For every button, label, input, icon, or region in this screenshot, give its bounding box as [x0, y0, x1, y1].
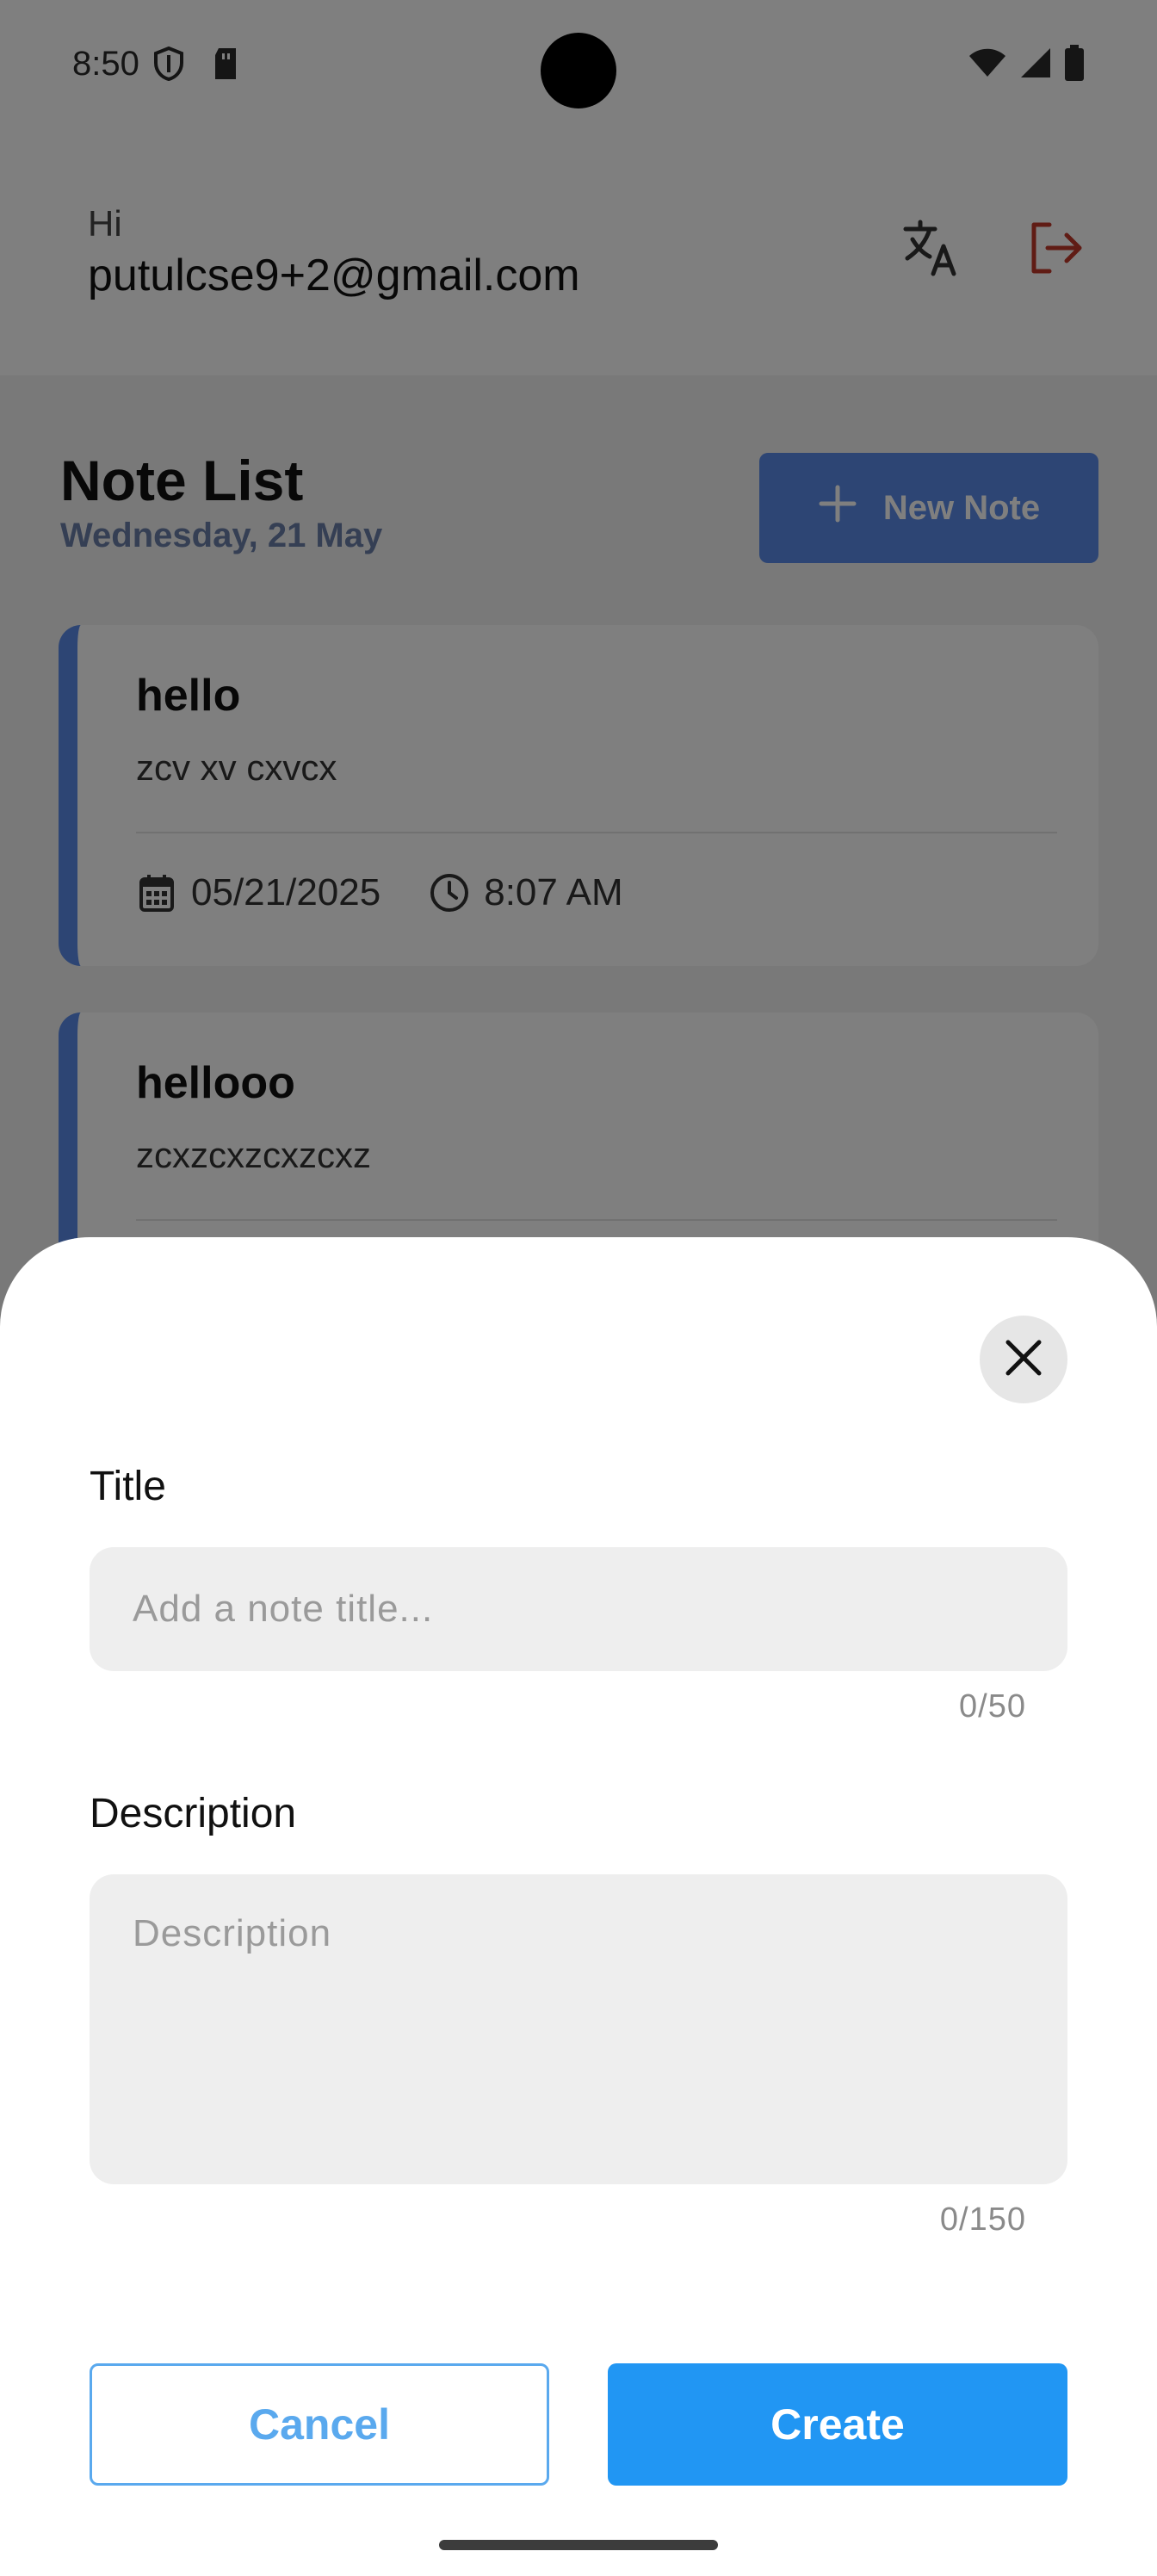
- close-button[interactable]: [980, 1316, 1067, 1403]
- description-counter: 0/150: [939, 2201, 1026, 2238]
- description-label: Description: [90, 1791, 297, 1836]
- create-button[interactable]: Create: [608, 2363, 1067, 2486]
- cancel-button[interactable]: Cancel: [90, 2363, 549, 2486]
- title-label: Title: [90, 1464, 166, 1509]
- close-icon: [1004, 1338, 1043, 1382]
- title-counter: 0/50: [959, 1688, 1026, 1725]
- description-input[interactable]: [90, 1874, 1067, 2184]
- create-note-sheet: Title 0/50 Description 0/150 Cancel Crea…: [0, 1237, 1157, 2576]
- home-indicator[interactable]: [439, 2540, 718, 2550]
- title-input[interactable]: [90, 1547, 1067, 1671]
